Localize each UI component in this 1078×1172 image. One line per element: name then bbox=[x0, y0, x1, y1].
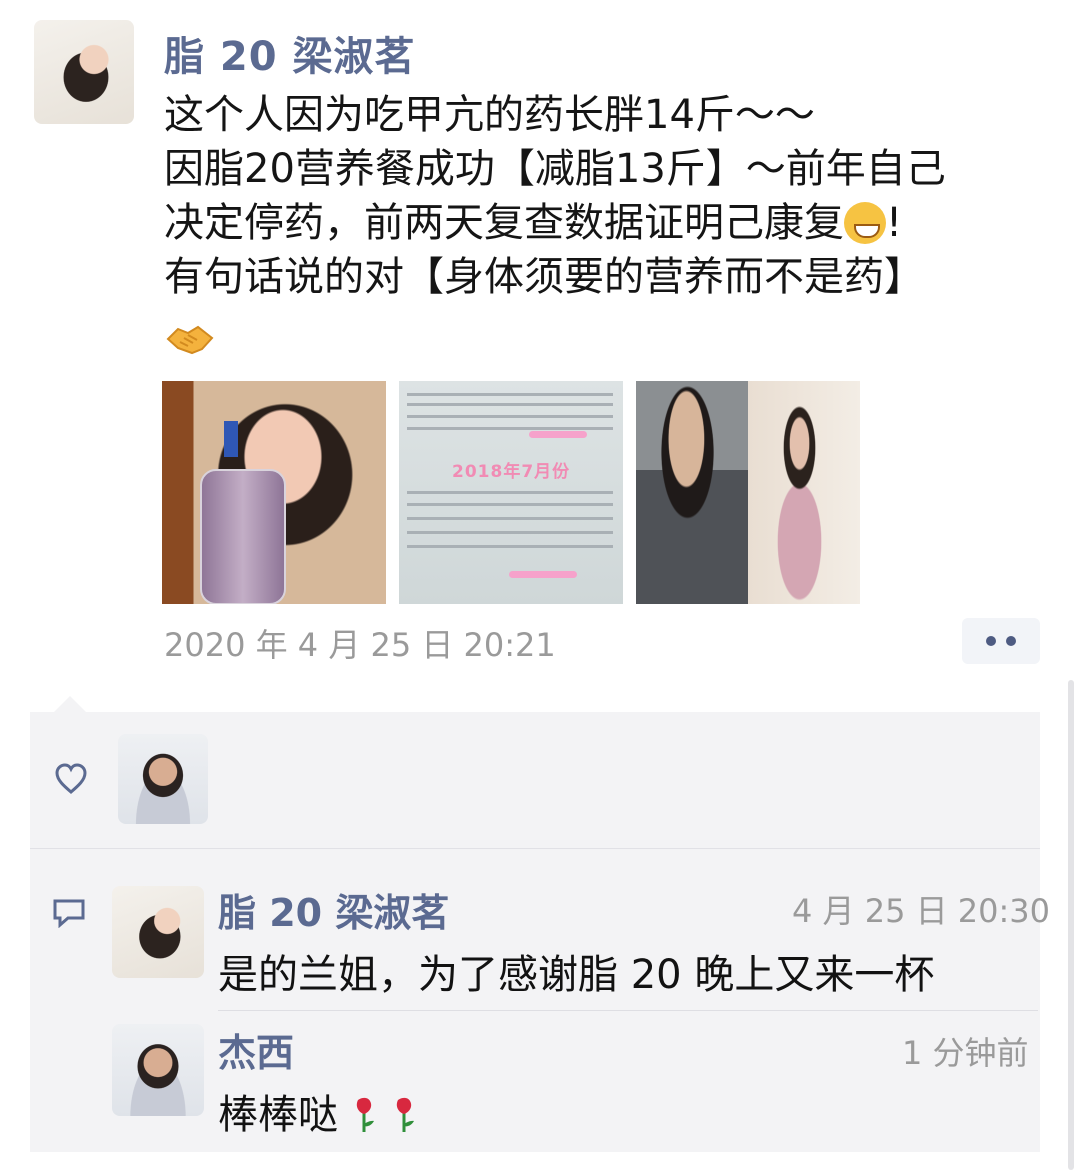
comment-author[interactable]: 杰西 bbox=[218, 1022, 294, 1077]
comment-time: 1 分钟前 bbox=[902, 1034, 1029, 1072]
before-photo bbox=[636, 381, 748, 604]
post-text-line-4: 有句话说的对【身体须要的营养而不是药】 bbox=[164, 254, 924, 300]
heart-icon bbox=[55, 763, 87, 794]
photo-drinking-shake[interactable] bbox=[162, 381, 386, 604]
after-photo bbox=[748, 381, 860, 604]
bottle-label bbox=[224, 421, 238, 457]
grin-emoji-icon bbox=[844, 202, 886, 244]
doc-line bbox=[407, 545, 613, 548]
post-text-line-3b: ! bbox=[886, 200, 903, 246]
post-timestamp: 2020 年 4 月 25 日 20:21 bbox=[164, 626, 556, 664]
doc-line bbox=[407, 531, 613, 534]
dot-icon bbox=[1006, 636, 1016, 646]
doc-line bbox=[407, 403, 613, 406]
highlight-mark bbox=[509, 571, 577, 578]
doc-line bbox=[407, 427, 613, 430]
doc-line bbox=[407, 517, 613, 520]
doc-line bbox=[407, 393, 613, 396]
comment-avatar[interactable] bbox=[112, 1024, 204, 1116]
post-text: 这个人因为吃甲亢的药长胖14斤～～ 因脂20营养餐成功【减脂13斤】～前年自己 … bbox=[164, 88, 1064, 304]
post-author-name[interactable]: 脂 20 梁淑茗 bbox=[164, 24, 416, 82]
comment-divider bbox=[218, 1010, 1038, 1011]
rose-icon bbox=[356, 1097, 374, 1132]
shake-bottle bbox=[200, 469, 286, 604]
rose-icon bbox=[396, 1097, 414, 1132]
post-text-line-3: 决定停药，前两天复查数据证明己康复! bbox=[164, 200, 902, 246]
post-text-line-1: 这个人因为吃甲亢的药长胖14斤～～ bbox=[164, 92, 815, 138]
divider bbox=[30, 848, 1040, 849]
photo-medical-report[interactable]: 2018年7月份 bbox=[399, 381, 623, 604]
more-options-button[interactable] bbox=[962, 618, 1040, 664]
comment-text[interactable]: 棒棒哒 bbox=[218, 1082, 418, 1140]
doc-line bbox=[407, 491, 613, 494]
handshake-emoji-icon bbox=[166, 325, 214, 355]
report-date-stamp: 2018年7月份 bbox=[452, 462, 571, 482]
dot-icon bbox=[986, 636, 996, 646]
comment-icon bbox=[53, 899, 85, 928]
author-avatar[interactable] bbox=[34, 20, 134, 124]
doc-line bbox=[407, 415, 613, 418]
like-avatar[interactable] bbox=[118, 734, 208, 824]
highlight-mark bbox=[529, 431, 587, 438]
post-text-line-3a: 决定停药，前两天复查数据证明己康复 bbox=[164, 200, 844, 246]
scrollbar[interactable] bbox=[1068, 680, 1074, 1170]
photo-before-after[interactable] bbox=[636, 381, 860, 604]
comment-time: 4 月 25 日 20:30 bbox=[792, 892, 1050, 930]
panel-notch bbox=[54, 696, 86, 712]
doc-line bbox=[407, 503, 613, 506]
comment-text-body: 棒棒哒 bbox=[218, 1092, 338, 1138]
comment-avatar[interactable] bbox=[112, 886, 204, 978]
comment-author[interactable]: 脂 20 梁淑茗 bbox=[218, 882, 449, 937]
comment-text[interactable]: 是的兰姐，为了感谢脂 20 晚上又来一杯 bbox=[218, 942, 934, 1000]
post-text-line-2: 因脂20营养餐成功【减脂13斤】～前年自己 bbox=[164, 146, 946, 192]
